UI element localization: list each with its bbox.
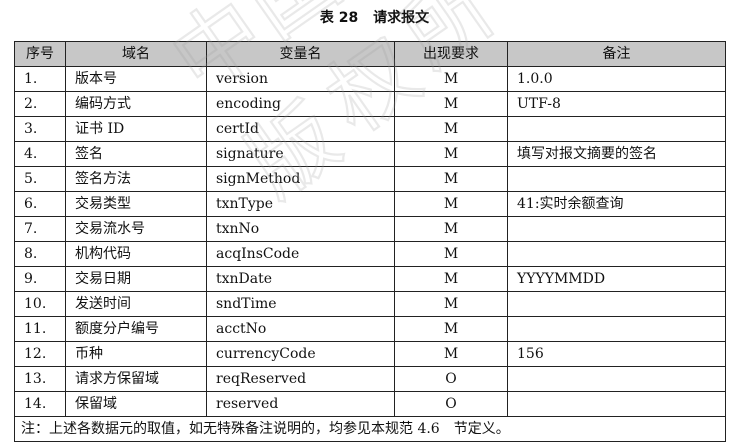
cell-field-name: 交易流水号: [65, 216, 207, 242]
cell-remarks: YYYYMMDD: [507, 266, 726, 292]
table-row: 1. 版本号 version M 1.0.0: [14, 66, 726, 92]
cell-remarks: [507, 216, 726, 242]
table-row: 14. 保留域 reserved O: [14, 391, 726, 417]
cell-remarks: [507, 366, 726, 392]
cell-field-name: 交易类型: [65, 191, 207, 217]
cell-seq: 14.: [14, 391, 66, 417]
cell-seq: 8.: [14, 241, 66, 267]
cell-remarks: 填写对报文摘要的签名: [507, 141, 726, 167]
cell-requirement: M: [394, 341, 508, 367]
cell-seq: 5.: [14, 166, 66, 192]
table-number: 表 28: [319, 10, 359, 26]
cell-seq: 4.: [14, 141, 66, 167]
cell-requirement: M: [394, 66, 508, 92]
cell-seq: 3.: [14, 116, 66, 142]
cell-variable-name: sndTime: [206, 291, 395, 317]
cell-variable-name: encoding: [206, 91, 395, 117]
table-row: 2. 编码方式 encoding M UTF-8: [14, 91, 726, 117]
cell-field-name: 币种: [65, 341, 207, 367]
cell-remarks: [507, 391, 726, 417]
table-row: 12. 币种 currencyCode M 156: [14, 341, 726, 367]
header-seq: 序号: [14, 41, 66, 67]
cell-remarks: [507, 316, 726, 342]
cell-seq: 1.: [14, 66, 66, 92]
cell-variable-name: acctNo: [206, 316, 395, 342]
cell-field-name: 证书 ID: [65, 116, 207, 142]
cell-remarks: [507, 166, 726, 192]
cell-requirement: M: [394, 141, 508, 167]
cell-variable-name: currencyCode: [206, 341, 395, 367]
request-message-table: 序号 域名 变量名 出现要求 备注 1. 版本号 version M 1.0.0 2. 编码…: [14, 41, 726, 442]
cell-remarks: 1.0.0: [507, 66, 726, 92]
table-row: 3. 证书 ID certId M: [14, 116, 726, 142]
cell-variable-name: version: [206, 66, 395, 92]
cell-requirement: M: [394, 191, 508, 217]
table-header-row: 序号 域名 变量名 出现要求 备注: [14, 41, 726, 67]
cell-seq: 7.: [14, 216, 66, 242]
cell-seq: 9.: [14, 266, 66, 292]
cell-field-name: 签名: [65, 141, 207, 167]
cell-field-name: 版本号: [65, 66, 207, 92]
cell-variable-name: reqReserved: [206, 366, 395, 392]
cell-requirement: M: [394, 316, 508, 342]
cell-seq: 2.: [14, 91, 66, 117]
table-row: 8. 机构代码 acqInsCode M: [14, 241, 726, 267]
cell-variable-name: reserved: [206, 391, 395, 417]
cell-remarks: [507, 116, 726, 142]
cell-requirement: M: [394, 216, 508, 242]
table-caption: 表 28 请求报文: [0, 6, 749, 30]
table-title: 请求报文: [373, 10, 430, 26]
table-row: 7. 交易流水号 txnNo M: [14, 216, 726, 242]
table-row: 11. 额度分户编号 acctNo M: [14, 316, 726, 342]
cell-remarks: [507, 291, 726, 317]
cell-variable-name: txnType: [206, 191, 395, 217]
cell-field-name: 机构代码: [65, 241, 207, 267]
cell-field-name: 签名方法: [65, 166, 207, 192]
table-row: 13. 请求方保留域 reqReserved O: [14, 366, 726, 392]
table-body: 1. 版本号 version M 1.0.0 2. 编码方式 encoding M UTF-8 3.…: [14, 66, 726, 417]
cell-seq: 10.: [14, 291, 66, 317]
cell-remarks: UTF-8: [507, 91, 726, 117]
cell-seq: 13.: [14, 366, 66, 392]
cell-seq: 11.: [14, 316, 66, 342]
cell-requirement: M: [394, 266, 508, 292]
cell-variable-name: txnDate: [206, 266, 395, 292]
cell-field-name: 发送时间: [65, 291, 207, 317]
cell-field-name: 交易日期: [65, 266, 207, 292]
cell-variable-name: certId: [206, 116, 395, 142]
cell-requirement: O: [394, 366, 508, 392]
header-variable-name: 变量名: [206, 41, 395, 67]
table-row: 6. 交易类型 txnType M 41:实时余额查询: [14, 191, 726, 217]
cell-requirement: M: [394, 91, 508, 117]
table-row: 9. 交易日期 txnDate M YYYYMMDD: [14, 266, 726, 292]
cell-remarks: 156: [507, 341, 726, 367]
cell-requirement: M: [394, 116, 508, 142]
table-row: 5. 签名方法 signMethod M: [14, 166, 726, 192]
cell-field-name: 编码方式: [65, 91, 207, 117]
header-remarks: 备注: [507, 41, 726, 67]
table-row: 10. 发送时间 sndTime M: [14, 291, 726, 317]
cell-variable-name: signMethod: [206, 166, 395, 192]
cell-variable-name: signature: [206, 141, 395, 167]
cell-field-name: 保留域: [65, 391, 207, 417]
cell-variable-name: acqInsCode: [206, 241, 395, 267]
header-field-name: 域名: [65, 41, 207, 67]
cell-remarks: [507, 241, 726, 267]
cell-requirement: M: [394, 241, 508, 267]
footnote-row: 注：上述各数据元的取值，如无特殊备注说明的，均参见本规范 4.6 节定义。: [14, 416, 726, 442]
cell-remarks: 41:实时余额查询: [507, 191, 726, 217]
footnote: 注：上述各数据元的取值，如无特殊备注说明的，均参见本规范 4.6 节定义。: [14, 416, 726, 442]
cell-requirement: M: [394, 166, 508, 192]
table-row: 4. 签名 signature M 填写对报文摘要的签名: [14, 141, 726, 167]
header-requirement: 出现要求: [394, 41, 508, 67]
cell-requirement: M: [394, 291, 508, 317]
cell-seq: 12.: [14, 341, 66, 367]
cell-field-name: 额度分户编号: [65, 316, 207, 342]
cell-field-name: 请求方保留域: [65, 366, 207, 392]
cell-variable-name: txnNo: [206, 216, 395, 242]
cell-seq: 6.: [14, 191, 66, 217]
cell-requirement: O: [394, 391, 508, 417]
